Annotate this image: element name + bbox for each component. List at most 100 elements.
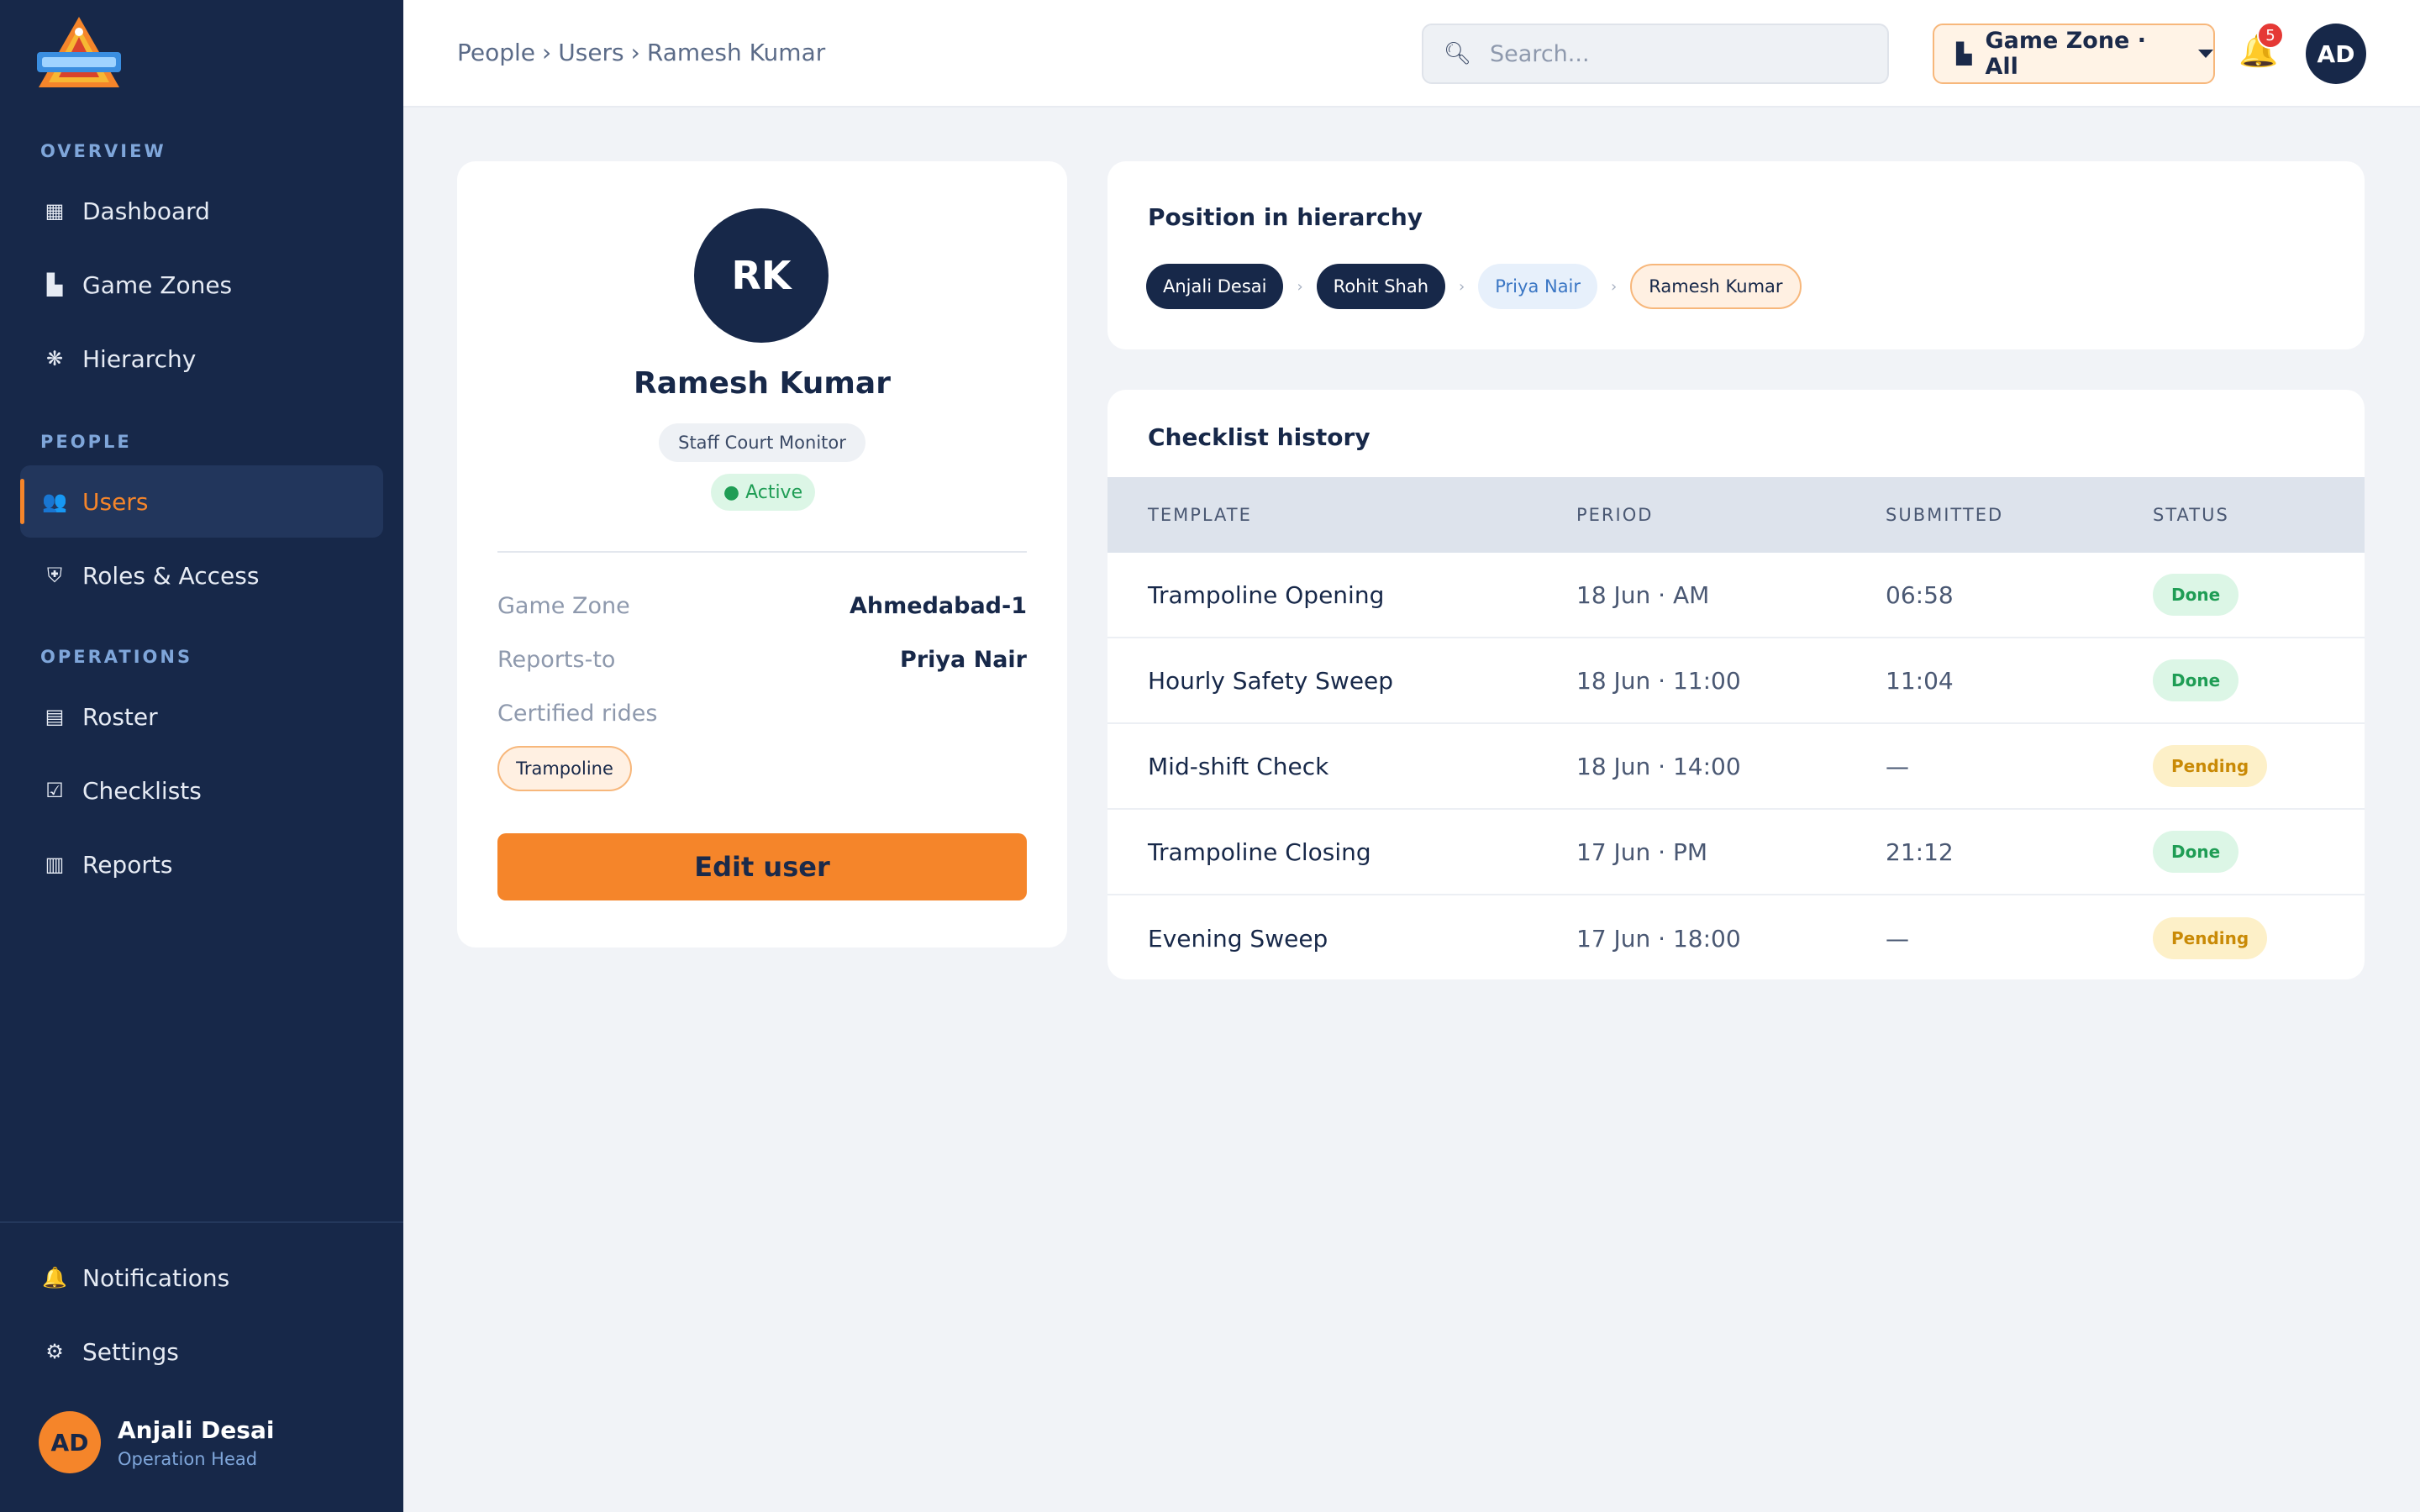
row-period: 17 Jun · 18:00 xyxy=(1576,924,1741,953)
nav-item-roles-access[interactable]: ⛨ Roles & Access xyxy=(20,539,383,612)
chevron-down-icon xyxy=(2198,50,2213,58)
checkbox-icon: ☑ xyxy=(45,779,64,802)
nav-item-label: Users xyxy=(82,487,149,516)
table-row[interactable]: Mid-shift Check 18 Jun · 14:00 — Pending xyxy=(1107,724,2365,810)
nav-item-users[interactable]: 👥 Users xyxy=(20,465,383,538)
row-submitted: 06:58 xyxy=(1886,580,1954,609)
nav-item-label: Dashboard xyxy=(82,197,210,225)
nav-item-hierarchy[interactable]: ❋ Hierarchy xyxy=(20,323,383,395)
sidebar-user-profile[interactable]: AD Anjali Desai Operation Head xyxy=(39,1411,274,1473)
bell-icon: 🔔 xyxy=(42,1266,67,1289)
search-box[interactable]: 🔍︎ xyxy=(1422,24,1889,84)
certified-rides-label: Certified rides xyxy=(497,701,658,727)
user-profile-card: RK Ramesh Kumar Staff Court Monitor ● Ac… xyxy=(457,161,1067,948)
row-template: Hourly Safety Sweep xyxy=(1148,666,1394,695)
profile-name: Ramesh Kumar xyxy=(634,366,891,401)
reports-to-label: Reports-to xyxy=(497,647,616,673)
row-period: 18 Jun · 11:00 xyxy=(1576,666,1741,695)
row-submitted: 21:12 xyxy=(1886,837,1954,866)
hierarchy-node[interactable]: Anjali Desai xyxy=(1146,264,1284,309)
building-icon: ▙ xyxy=(1956,42,1972,66)
chevron-right-icon: › xyxy=(1297,277,1303,296)
nav-item-settings[interactable]: ⚙ Settings xyxy=(20,1315,383,1388)
gear-icon: ⚙ xyxy=(45,1340,64,1363)
row-period: 18 Jun · AM xyxy=(1576,580,1710,609)
section-label-operations: OPERATIONS xyxy=(40,647,193,667)
row-period: 17 Jun · PM xyxy=(1576,837,1708,866)
table-row[interactable]: Evening Sweep 17 Jun · 18:00 — Pending xyxy=(1107,895,2365,979)
row-template: Mid-shift Check xyxy=(1148,752,1329,780)
game-zone-selector[interactable]: ▙ Game Zone · All xyxy=(1933,24,2215,84)
column-header-template[interactable]: TEMPLATE xyxy=(1148,505,1252,525)
table-row[interactable]: Hourly Safety Sweep 18 Jun · 11:00 11:04… xyxy=(1107,638,2365,724)
game-zone-value: Ahmedabad-1 xyxy=(850,593,1027,619)
row-submitted: — xyxy=(1886,752,1909,780)
nav-item-reports[interactable]: ▥ Reports xyxy=(20,828,383,900)
nav-item-dashboard[interactable]: ▦ Dashboard xyxy=(20,175,383,247)
sidebar: OVERVIEW ▦ Dashboard ▙ Game Zones ❋ Hier… xyxy=(0,0,403,1512)
nav-item-label: Reports xyxy=(82,850,173,879)
search-input[interactable] xyxy=(1490,40,1860,67)
status-badge: ● Active xyxy=(711,474,815,511)
role-badge: Staff Court Monitor xyxy=(659,423,865,462)
search-icon: 🔍︎ xyxy=(1444,41,1472,66)
row-template: Trampoline Opening xyxy=(1148,580,1385,609)
profile-avatar: RK xyxy=(694,208,829,343)
nav-item-roster[interactable]: ▤ Roster xyxy=(20,680,383,753)
sidebar-user-name: Anjali Desai xyxy=(118,1415,275,1444)
nav-item-label: Notifications xyxy=(82,1263,230,1292)
nav-item-label: Settings xyxy=(82,1337,179,1366)
nav-item-label: Checklists xyxy=(82,776,202,805)
breadcrumb-current: Ramesh Kumar xyxy=(646,39,826,66)
breadcrumb-users[interactable]: Users xyxy=(558,39,623,66)
breadcrumb-people[interactable]: People xyxy=(457,39,535,66)
row-template: Trampoline Closing xyxy=(1148,837,1371,866)
column-header-submitted[interactable]: SUBMITTED xyxy=(1886,505,2003,525)
edit-user-button[interactable]: Edit user xyxy=(497,833,1027,900)
game-zone-label: Game Zone xyxy=(497,593,630,619)
reports-to-value[interactable]: Priya Nair xyxy=(900,647,1027,673)
table-row[interactable]: Trampoline Closing 17 Jun · PM 21:12 Don… xyxy=(1107,810,2365,895)
app-logo[interactable] xyxy=(32,15,126,92)
sidebar-user-info: Anjali Desai Operation Head xyxy=(118,1416,274,1469)
building-icon: ▙ xyxy=(46,273,63,297)
nav-item-game-zones[interactable]: ▙ Game Zones xyxy=(20,249,383,321)
checklist-history-title: Checklist history xyxy=(1148,423,1370,451)
status-badge: Done xyxy=(2153,574,2239,616)
status-badge: Pending xyxy=(2153,745,2268,787)
status-badge: Done xyxy=(2153,659,2239,701)
hierarchy-node[interactable]: Rohit Shah xyxy=(1316,264,1446,309)
nav-item-label: Hierarchy xyxy=(82,344,197,373)
hierarchy-node[interactable]: Priya Nair xyxy=(1478,264,1598,309)
row-submitted: 11:04 xyxy=(1886,666,1954,695)
nav-item-label: Roles & Access xyxy=(82,561,260,590)
top-header: People › Users › Ramesh Kumar 🔍︎ ▙ Game … xyxy=(403,0,2420,108)
certified-ride-chip: Trampoline xyxy=(497,746,632,791)
table-header: TEMPLATE PERIOD SUBMITTED STATUS xyxy=(1107,477,2365,553)
row-submitted: — xyxy=(1886,924,1909,953)
hierarchy-card: Position in hierarchy Anjali Desai › Roh… xyxy=(1107,161,2365,349)
notification-count-badge: 5 xyxy=(2257,22,2284,49)
nav-item-notifications[interactable]: 🔔 Notifications xyxy=(20,1242,383,1314)
sidebar-user-role: Operation Head xyxy=(118,1448,258,1469)
status-badge: Done xyxy=(2153,831,2239,873)
hierarchy-chain: Anjali Desai › Rohit Shah › Priya Nair ›… xyxy=(1146,264,1802,309)
user-avatar-button[interactable]: AD xyxy=(2306,24,2366,84)
chevron-right-icon: › xyxy=(1459,277,1465,296)
avatar: AD xyxy=(39,1411,101,1473)
shield-icon: ⛨ xyxy=(47,564,62,587)
nav-item-label: Roster xyxy=(82,702,158,731)
table-row[interactable]: Trampoline Opening 18 Jun · AM 06:58 Don… xyxy=(1107,553,2365,638)
game-zone-selector-label: Game Zone · All xyxy=(1985,28,2147,80)
chevron-right-icon: › xyxy=(1611,277,1618,296)
users-icon: 👥 xyxy=(42,490,67,513)
column-header-status[interactable]: STATUS xyxy=(2153,505,2229,525)
row-period: 18 Jun · 14:00 xyxy=(1576,752,1741,780)
nav-item-checklists[interactable]: ☑ Checklists xyxy=(20,754,383,827)
column-header-period[interactable]: PERIOD xyxy=(1576,505,1653,525)
breadcrumb-separator: › xyxy=(542,39,552,66)
breadcrumb-separator: › xyxy=(630,39,640,66)
breadcrumb: People › Users › Ramesh Kumar xyxy=(457,39,825,66)
nav-item-label: Game Zones xyxy=(82,270,233,299)
section-label-overview: OVERVIEW xyxy=(40,141,166,161)
